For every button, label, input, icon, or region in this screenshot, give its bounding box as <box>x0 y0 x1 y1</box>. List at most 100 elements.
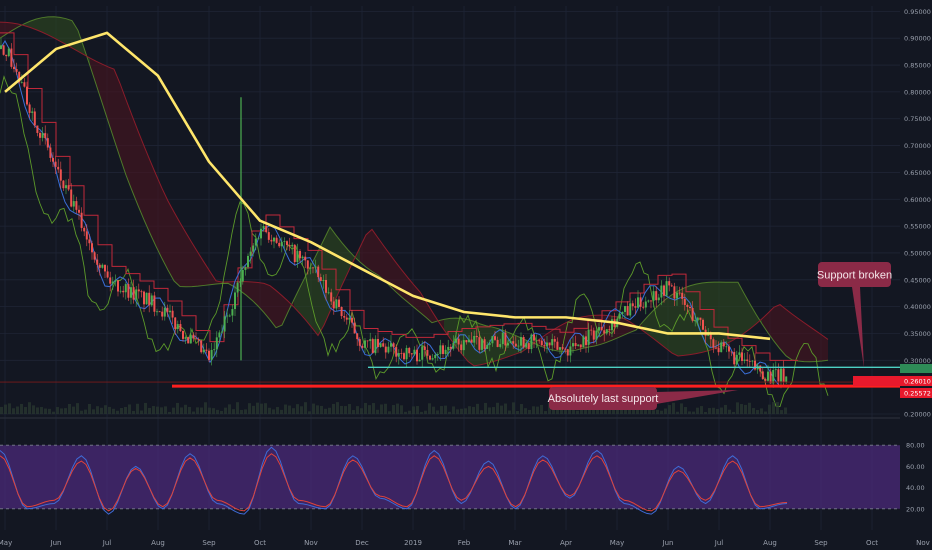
candle-body <box>751 360 754 362</box>
candle-body <box>20 82 23 84</box>
candle-body <box>7 48 10 57</box>
cloud-segment <box>714 282 720 349</box>
volume-bar <box>56 407 59 414</box>
volume-bar <box>20 403 23 414</box>
x-tick-label: Oct <box>866 539 878 547</box>
candle-body <box>548 342 551 346</box>
cloud-segment <box>324 227 330 326</box>
y-tick-label: 0.70000 <box>904 142 931 150</box>
candle-body <box>62 180 65 189</box>
candle-body <box>184 337 187 339</box>
volume-bar <box>752 408 755 414</box>
volume-bar <box>96 406 99 414</box>
candle-body <box>735 354 738 365</box>
candle-body <box>156 311 158 313</box>
candle-body <box>696 317 699 321</box>
y-tick-label: 0.90000 <box>904 35 931 43</box>
volume-bar <box>148 407 151 414</box>
candle-body <box>187 337 190 344</box>
candle-body <box>600 327 603 331</box>
candle-body <box>748 360 751 362</box>
candle-body <box>595 330 598 340</box>
candle-body <box>226 315 229 317</box>
y-tick-label: 0.95000 <box>904 8 931 16</box>
volume-bar <box>400 405 403 414</box>
volume-bar <box>428 403 431 414</box>
osc-y-tick-label: 20.00 <box>906 505 925 513</box>
volume-bar <box>700 406 703 414</box>
candle-body <box>286 241 288 246</box>
x-tick-label: Oct <box>254 539 266 547</box>
candle-body <box>665 281 668 296</box>
candle-body <box>252 245 255 252</box>
candle-body <box>343 316 346 318</box>
candle-body <box>143 291 145 305</box>
candle-body <box>338 299 340 307</box>
candle-body <box>117 280 119 292</box>
volume-bar <box>484 402 487 414</box>
volume-bar <box>44 408 47 414</box>
volume-bar <box>772 402 775 414</box>
candle-body <box>101 264 104 268</box>
y-tick-label: 0.85000 <box>904 62 931 70</box>
candle-body <box>501 332 504 345</box>
candle-body <box>210 349 213 360</box>
volume-bar <box>512 402 515 414</box>
candle-body <box>738 352 741 355</box>
candle-body <box>572 343 574 347</box>
cloud-segment <box>804 322 810 362</box>
volume-bar <box>280 409 283 414</box>
candle-body <box>673 286 676 299</box>
candle-body <box>218 332 221 338</box>
candle-body <box>109 277 112 284</box>
volume-bar <box>680 403 683 414</box>
x-tick-label: Nov <box>304 539 318 547</box>
candle-body <box>754 360 756 370</box>
candle-body <box>504 332 507 346</box>
candle-body <box>405 347 408 360</box>
candle-body <box>699 317 702 320</box>
volume-bar <box>124 407 127 414</box>
candle-body <box>65 185 67 189</box>
candle-body <box>301 256 304 259</box>
cloud-segment <box>162 188 168 271</box>
volume-bar <box>292 408 295 414</box>
cloud-segment <box>798 318 804 362</box>
candle-body <box>652 291 655 301</box>
volume-bar <box>232 409 235 414</box>
x-tick-label: Aug <box>151 539 165 547</box>
candle-body <box>418 359 421 362</box>
volume-bar <box>304 402 307 414</box>
volume-bar <box>768 404 771 414</box>
chart-svg: Support broken Absolutely last support 0.9… <box>0 0 932 550</box>
volume-bar <box>516 410 519 414</box>
volume-bar <box>688 411 691 414</box>
candle-body <box>327 292 330 294</box>
volume-bar <box>672 402 675 414</box>
candle-body <box>725 346 728 348</box>
volume-bar <box>480 410 483 414</box>
candle-body <box>322 280 325 281</box>
candle-body <box>512 341 515 344</box>
candle-body <box>761 371 764 380</box>
candle-body <box>41 133 44 138</box>
candle-body <box>176 324 179 329</box>
candle-body <box>546 342 548 347</box>
candle-body <box>345 317 348 320</box>
candle-body <box>319 277 322 281</box>
volume-bar <box>120 407 123 414</box>
x-tick-label: Jul <box>714 539 724 547</box>
candle-body <box>431 358 434 360</box>
candle-body <box>743 359 746 361</box>
candle-body <box>449 346 452 349</box>
volume-bar <box>352 410 355 414</box>
y-tick-label: 0.50000 <box>904 249 931 257</box>
candle-body <box>722 342 725 347</box>
candle-body <box>439 345 442 355</box>
x-tick-label: Jul <box>102 539 112 547</box>
cloud-segment <box>168 200 174 281</box>
cloud-segment <box>816 330 822 362</box>
volume-bar <box>152 406 155 414</box>
candle-body <box>764 379 767 381</box>
candle-body <box>379 343 382 347</box>
